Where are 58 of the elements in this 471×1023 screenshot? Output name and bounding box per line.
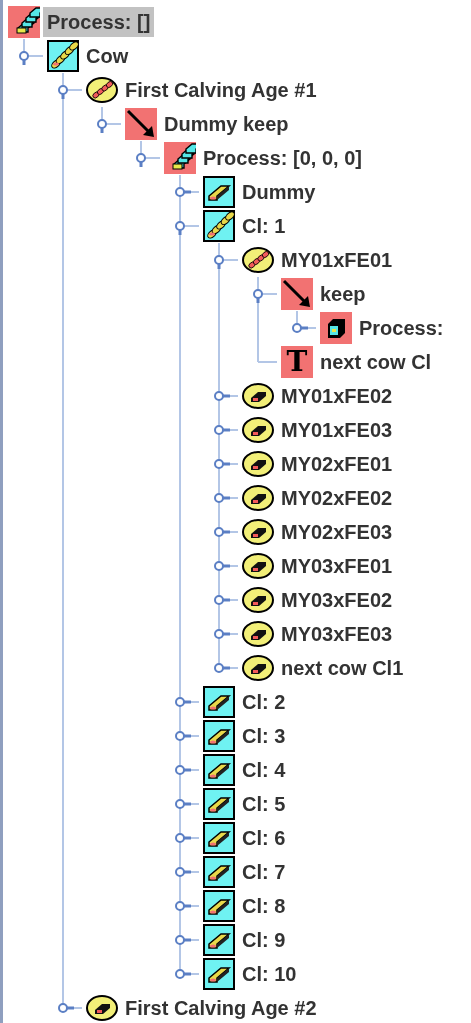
tree-node-label[interactable]: Cl: 10 [238,959,301,989]
tree-node-label[interactable]: MY03xFE01 [277,551,397,581]
block-oval-icon [242,652,274,684]
tree-node-label[interactable]: First Calving Age #1 [121,75,321,105]
tree-node-label[interactable]: Cl: 4 [238,755,290,785]
blocks-icon [164,142,196,174]
tree-node-label[interactable]: Cl: 6 [238,823,290,853]
tree-node-label[interactable]: Cl: 5 [238,789,290,819]
tree-node-label[interactable]: First Calving Age #2 [121,993,321,1023]
tree-node-label[interactable]: Cl: 7 [238,857,290,887]
tree-node-label[interactable]: MY02xFE03 [277,517,397,547]
tree-node-label[interactable]: Dummy keep [160,109,293,139]
tree-node-label[interactable]: MY01xFE01 [277,245,397,275]
block-oval-icon [242,414,274,446]
tree-node-label[interactable]: Dummy [238,177,320,207]
block-icon [203,890,235,922]
block-icon [203,686,235,718]
tree-node-label[interactable]: Cl: 3 [238,721,290,751]
tree-node-label[interactable]: Cl: 9 [238,925,290,955]
block-oval-icon [242,448,274,480]
chain-icon [203,210,235,242]
tree-node-label[interactable]: next cow Cl1 [277,653,408,683]
block-oval-icon [242,482,274,514]
block-icon [320,312,352,344]
block-icon [203,958,235,990]
tree-node-label[interactable]: Cow [82,41,133,71]
block-icon [203,176,235,208]
block-oval-icon [86,992,118,1023]
blocks-icon [8,6,40,38]
chain-oval-icon [242,244,274,276]
chain-oval-icon [86,74,118,106]
tree-node-label[interactable]: Cl: 1 [238,211,290,241]
chain-icon [47,40,79,72]
block-oval-icon [242,584,274,616]
tree-node-label[interactable]: Process: [355,313,448,343]
tree-node-label[interactable]: Process: [0, 0, 0] [199,143,366,173]
tree-node-label[interactable]: MY02xFE01 [277,449,397,479]
block-oval-icon [242,618,274,650]
tree-node-label[interactable]: MY03xFE02 [277,585,397,615]
tree-node-label[interactable]: Cl: 2 [238,687,290,717]
block-icon [203,720,235,752]
block-icon [203,788,235,820]
block-oval-icon [242,516,274,548]
tree-node-label[interactable]: Process: [] [43,7,155,37]
letter-icon: T [281,346,313,378]
block-oval-icon [242,380,274,412]
tree-node-label[interactable]: MY02xFE02 [277,483,397,513]
tree-node-label[interactable]: Cl: 8 [238,891,290,921]
tree-node-label[interactable]: next cow Cl [316,347,436,377]
tree-node-label[interactable]: MY01xFE02 [277,381,397,411]
block-icon [203,822,235,854]
block-icon [203,754,235,786]
tree-node-label[interactable]: keep [316,279,370,309]
block-oval-icon [242,550,274,582]
block-icon [203,924,235,956]
tree-node-label[interactable]: MY03xFE03 [277,619,397,649]
block-icon [203,856,235,888]
tree-node-label[interactable]: MY01xFE03 [277,415,397,445]
